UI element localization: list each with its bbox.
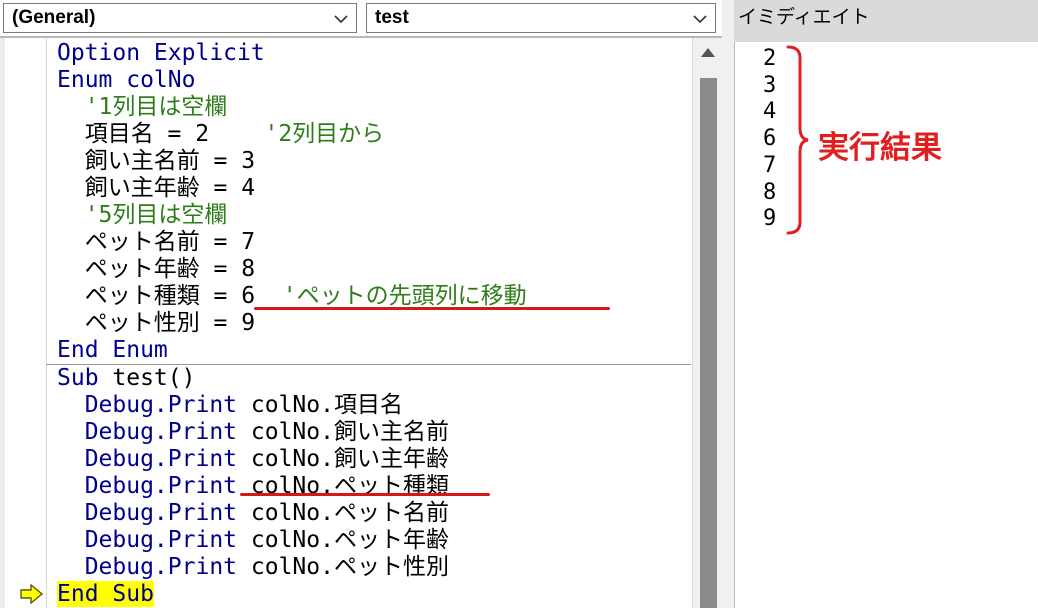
immediate-output-value: 3 [763,72,777,98]
declaration-line[interactable]: '5列目は空欄 [57,202,228,229]
procedure-line[interactable]: Debug.Print colNo.飼い主名前 [57,419,449,446]
procedure-separator [46,364,691,365]
scroll-up-arrow-icon[interactable] [693,38,723,68]
procedure-line[interactable]: Sub test() [57,365,195,392]
declaration-line[interactable]: 飼い主名前 = 3 [57,148,255,175]
immediate-output-value: 8 [763,179,777,205]
code-token: '5列目は空欄 [57,202,228,228]
vertical-scrollbar[interactable] [692,38,723,608]
immediate-output-value: 6 [763,126,777,152]
code-token: colNo.飼い主名前 [250,419,449,445]
procedure-line[interactable]: Debug.Print colNo.ペット性別 [57,554,449,581]
procedure-line[interactable]: Debug.Print colNo.ペット名前 [57,500,449,527]
declaration-line[interactable]: ペット種類 = 6 'ペットの先頭列に移動 [57,283,527,310]
chevron-down-icon[interactable] [691,10,709,28]
code-token: End Sub [57,581,154,607]
margin-indicator-bar[interactable] [0,38,47,608]
code-token: 'ペットの先頭列に移動 [282,283,527,309]
code-token: Debug.Print [57,527,251,553]
code-token: Debug.Print [57,446,251,472]
code-token: colNo.ペット性別 [250,554,449,580]
code-pane-left-edge [0,38,5,608]
procedure-line[interactable]: End Sub [57,581,154,608]
declaration-line[interactable]: ペット年齢 = 8 [57,256,255,283]
code-token: '2列目から [264,121,385,147]
procedure-combo[interactable]: test [366,3,716,33]
procedure-line[interactable]: Debug.Print colNo.飼い主年齢 [57,446,449,473]
declaration-line[interactable]: ペット性別 = 9 [57,310,255,337]
code-token: Debug.Print [57,419,251,445]
code-token: Debug.Print [57,392,251,418]
code-token: Sub [57,365,113,391]
code-token: ペット性別 = 9 [57,310,256,336]
chevron-down-icon[interactable] [332,10,350,28]
code-token: '1列目は空欄 [57,94,228,120]
code-token: ペット種類 = 6 [57,283,283,309]
declaration-line[interactable]: Option Explicit [57,40,265,67]
red-brace-annotation [786,45,809,235]
code-token: colNo.ペット名前 [250,500,449,526]
declaration-line[interactable]: 飼い主年齢 = 4 [57,175,255,202]
immediate-output-value: 2 [763,46,777,71]
code-token: Debug.Print [57,554,251,580]
red-underline-debug [240,493,490,496]
code-token: 飼い主年齢 = 4 [57,175,256,201]
pane-splitter[interactable] [722,0,734,608]
code-token: 飼い主名前 = 3 [57,148,256,174]
procedure-line[interactable]: Debug.Print colNo.ペット年齢 [57,527,449,554]
code-token: colNo.ペット年齢 [250,527,449,553]
result-annotation-label: 実行結果 [818,130,942,166]
declaration-line[interactable]: 項目名 = 2 '2列目から [57,121,385,148]
object-combo-value: (General) [12,7,96,28]
code-token: ペット名前 = 7 [57,229,256,255]
code-token: ペット年齢 = 8 [57,256,256,282]
code-token: End Enum [57,337,168,363]
scrollbar-thumb[interactable] [700,78,717,608]
code-token: colNo.飼い主年齢 [250,446,449,472]
immediate-window-title: イミディエイト [738,6,870,28]
declaration-line[interactable]: ペット名前 = 7 [57,229,255,256]
declaration-line[interactable]: Enum colNo [57,67,195,94]
declaration-line[interactable]: '1列目は空欄 [57,94,228,121]
object-combo[interactable]: (General) [3,3,357,33]
immediate-output-value: 9 [763,206,777,232]
code-token: colNo.項目名 [250,392,403,418]
procedure-line[interactable]: Debug.Print colNo.項目名 [57,392,403,419]
code-token: Enum colNo [57,67,196,93]
red-underline-enum [254,307,610,310]
immediate-output-value: 4 [763,99,777,125]
code-token: Debug.Print [57,473,251,499]
code-token: Option Explicit [57,40,265,66]
code-token: test() [112,365,196,391]
code-pane-border [0,36,722,38]
immediate-window-titlebar[interactable]: イミディエイト [734,0,1038,42]
code-token: 項目名 = 2 [57,121,265,147]
yellow-arrow-icon [20,584,44,604]
immediate-output-value: 7 [763,152,777,178]
procedure-combo-value: test [375,7,409,28]
code-token: Debug.Print [57,500,251,526]
declaration-line[interactable]: End Enum [57,337,168,364]
